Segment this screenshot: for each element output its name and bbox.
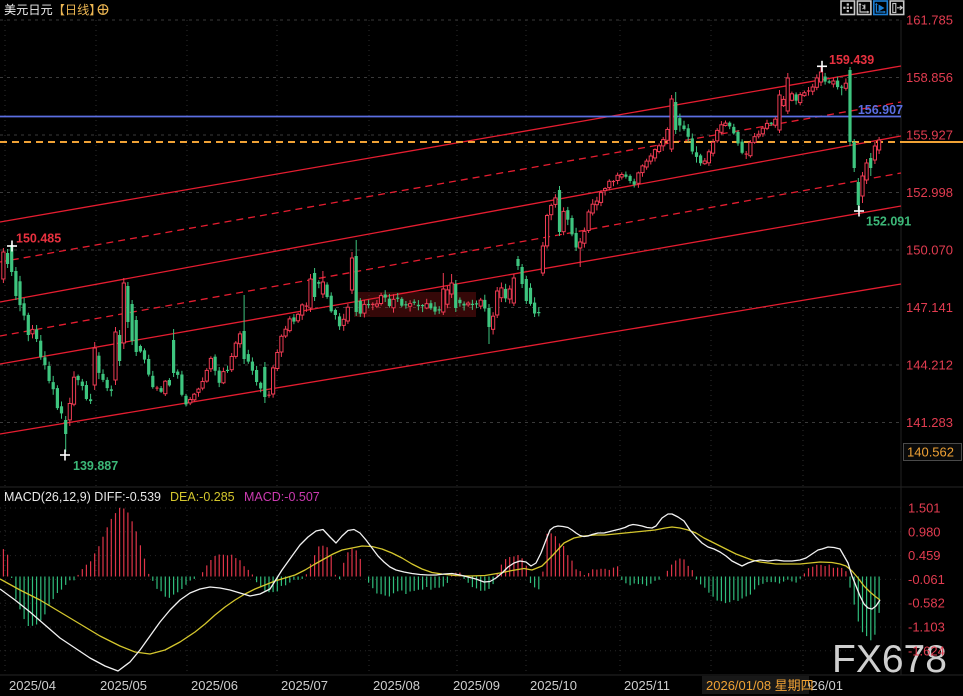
svg-text:2025/06: 2025/06 [191,678,238,693]
svg-text:2025/11: 2025/11 [624,678,670,693]
svg-text:156.907: 156.907 [858,103,903,117]
svg-text:0.980: 0.980 [908,524,941,539]
svg-text:2025/07: 2025/07 [281,678,328,693]
svg-text:-0.582: -0.582 [908,596,945,611]
svg-text:150.485: 150.485 [16,232,61,246]
svg-text:MACD(26,12,9) DIFF:-0.539DEA:-: MACD(26,12,9) DIFF:-0.539DEA:-0.285MACD:… [4,490,320,504]
svg-text:150.070: 150.070 [906,243,953,258]
svg-text:2025/10: 2025/10 [530,678,577,693]
svg-text:155.927: 155.927 [906,128,953,143]
svg-text:161.785: 161.785 [906,13,953,28]
svg-text:2025/05: 2025/05 [100,678,147,693]
svg-text:-0.061: -0.061 [908,572,945,587]
svg-text:140.562: 140.562 [907,445,954,460]
svg-text:139.887: 139.887 [73,459,118,473]
svg-text:1.501: 1.501 [908,501,941,516]
svg-text:159.439: 159.439 [829,53,874,67]
svg-text:147.141: 147.141 [906,300,953,315]
svg-text:美元日元【日线】: 美元日元【日线】 [4,3,102,17]
svg-text:144.212: 144.212 [906,358,953,373]
svg-text:2026/01/08 星期四: 2026/01/08 星期四 [706,678,814,693]
svg-text:-1.103: -1.103 [908,620,945,635]
svg-text:0.459: 0.459 [908,548,941,563]
svg-text:152.998: 152.998 [906,185,953,200]
svg-text:-1.624: -1.624 [908,643,945,658]
svg-text:2025/04: 2025/04 [9,678,56,693]
svg-text:158.856: 158.856 [906,70,953,85]
svg-text:152.091: 152.091 [866,215,911,229]
svg-text:141.283: 141.283 [906,415,953,430]
svg-text:2025/09: 2025/09 [453,678,500,693]
svg-text:2025/08: 2025/08 [373,678,420,693]
